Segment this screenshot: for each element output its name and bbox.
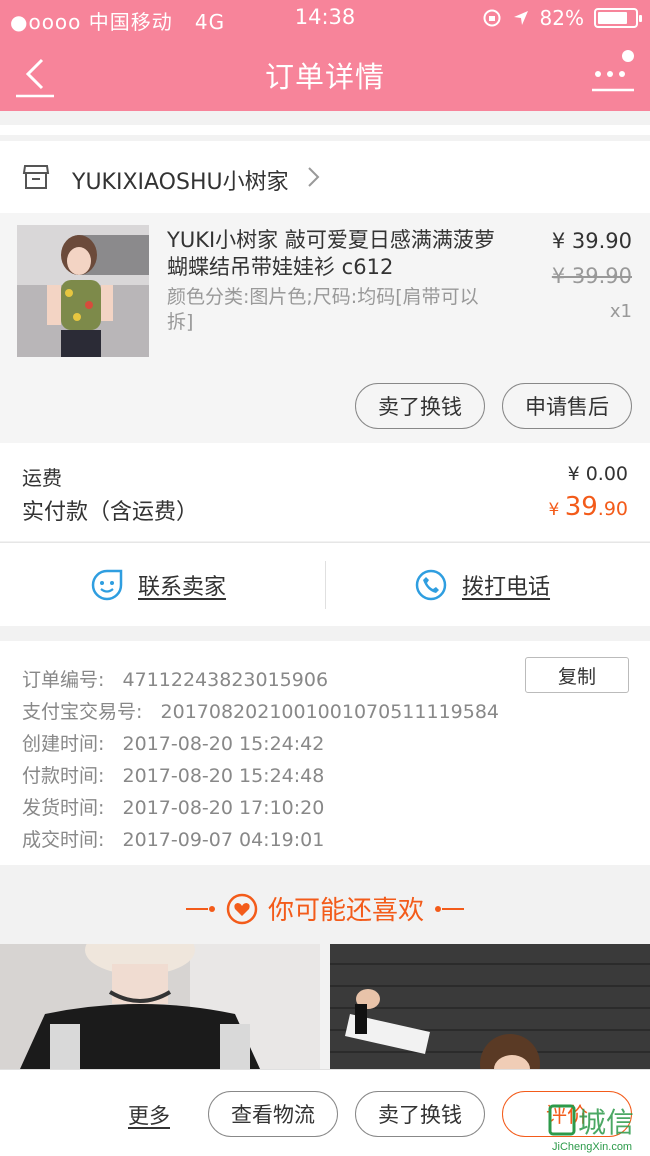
watermark-url: JiChengXin.com xyxy=(552,1141,632,1153)
chat-face-icon xyxy=(91,569,123,601)
shipping-value: ¥ 0.00 xyxy=(567,463,628,485)
paid-label: 实付款（含运费） xyxy=(22,500,199,525)
view-logistics-button[interactable]: 查看物流 xyxy=(208,1091,338,1137)
order-item[interactable]: YUKI小树家 敲可爱夏日感满满菠萝蝴蝶结吊带娃娃衫 c612 颜色分类:图片色… xyxy=(0,213,650,443)
watermark-brand: 城信 xyxy=(578,1107,634,1138)
battery-icon xyxy=(594,8,642,28)
resell-button-bottom[interactable]: 卖了换钱 xyxy=(355,1091,485,1137)
decor-line-right xyxy=(435,905,464,912)
shipped-time-row: 发货时间: 2017-08-20 17:10:20 xyxy=(22,797,325,819)
phone-icon xyxy=(415,569,447,601)
product-title[interactable]: YUKI小树家 敲可爱夏日感满满菠萝蝴蝶结吊带娃娃衫 c612 xyxy=(167,227,512,281)
created-time-row: 创建时间: 2017-08-20 15:24:42 xyxy=(22,733,325,755)
shipping-label: 运费 xyxy=(22,466,62,490)
recommend-title: 你可能还喜欢 xyxy=(267,896,424,926)
shop-icon xyxy=(22,165,50,189)
status-strip xyxy=(0,125,650,135)
product-price: ¥ 39.90 xyxy=(551,229,632,253)
watermark-logo: 城信 JiChengXin.com xyxy=(548,1098,648,1154)
header: ●oooo 中国移动 4G 14:38 82% 订单详情 xyxy=(0,0,650,111)
call-phone-button[interactable]: 拨打电话 xyxy=(414,543,550,627)
recommend-product-image[interactable] xyxy=(330,944,650,1069)
contact-seller-button[interactable]: 联系卖家 xyxy=(90,543,226,627)
resell-button[interactable]: 卖了换钱 xyxy=(355,383,485,429)
call-phone-label: 拨打电话 xyxy=(462,575,551,600)
orientation-lock-icon xyxy=(483,9,501,27)
more-link[interactable]: 更多 xyxy=(128,1100,170,1130)
product-spec: 颜色分类:图片色;尺码:均码[肩带可以拆] xyxy=(167,286,479,333)
payment-summary: 运费 ¥ 0.00 实付款（含运费） ¥ 39.90 xyxy=(0,443,650,541)
contact-seller-label: 联系卖家 xyxy=(138,575,227,600)
status-bar: ●oooo 中国移动 4G 14:38 82% xyxy=(0,0,650,36)
paid-amount: ¥ 39.90 xyxy=(548,492,628,522)
page-title: 订单详情 xyxy=(264,60,385,94)
copy-button[interactable]: 复制 xyxy=(525,657,629,693)
heart-icon xyxy=(226,893,258,924)
decor-line-left xyxy=(185,905,215,912)
paid-time-row: 付款时间: 2017-08-20 15:24:48 xyxy=(22,765,325,787)
recommend-product-image[interactable] xyxy=(0,944,320,1069)
order-number: 47112243823015906 xyxy=(122,669,329,691)
divider xyxy=(325,561,326,609)
contact-bar: 联系卖家 拨打电话 xyxy=(0,542,650,626)
order-number-row: 订单编号: 47112243823015906 xyxy=(22,669,329,691)
order-info: 订单编号: 47112243823015906 复制 支付宝交易号: 20170… xyxy=(0,641,650,865)
alipay-trade-row: 支付宝交易号: 2017082021001001070511119584 xyxy=(22,701,500,723)
shop-row[interactable]: YUKIXIAOSHU小树家 xyxy=(0,141,650,213)
original-price: ¥ 39.90 xyxy=(551,264,632,288)
battery-percent: 82% xyxy=(539,6,584,30)
shop-name: YUKIXIAOSHU小树家 xyxy=(72,170,289,195)
nav-bar: 订单详情 xyxy=(0,36,650,111)
recommend-header: 你可能还喜欢 xyxy=(0,866,650,944)
completed-time-row: 成交时间: 2017-09-07 04:19:01 xyxy=(22,829,325,851)
product-thumbnail[interactable] xyxy=(17,225,149,357)
location-icon xyxy=(513,11,528,25)
alipay-trade-number: 2017082021001001070511119584 xyxy=(160,701,500,723)
more-menu-icon[interactable] xyxy=(590,48,636,94)
after-sale-button[interactable]: 申请售后 xyxy=(502,383,632,429)
product-quantity: x1 xyxy=(609,301,632,322)
chevron-right-icon xyxy=(308,167,320,187)
